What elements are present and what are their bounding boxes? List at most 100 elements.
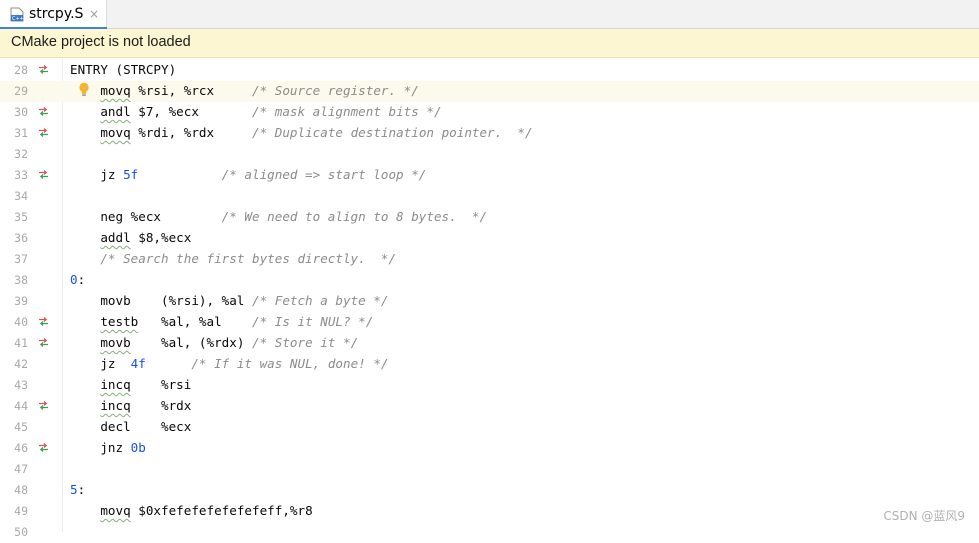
code-instruction: movq (100, 83, 131, 98)
code-text: movq %rsi, %rcx /* Source register. */ (70, 83, 419, 98)
code-editor[interactable]: 28 ENTRY (STRCPY) 29 movq %rsi, %rcx /* So… (0, 58, 979, 539)
code-text: jz 4f /* If it was NUL, done! */ (70, 356, 388, 371)
line-number: 43 (14, 378, 28, 392)
line-number: 48 (14, 483, 28, 497)
change-marker-icon[interactable] (38, 127, 49, 138)
code-line[interactable]: 43 incq %rsi (0, 375, 979, 396)
change-marker-icon[interactable] (38, 442, 49, 453)
code-line[interactable]: 44 incq %rdx (0, 396, 979, 417)
line-number: 31 (14, 126, 28, 140)
line-number: 47 (14, 462, 28, 476)
code-token: %rsi, %rcx (130, 83, 253, 98)
code-line[interactable]: 32 (0, 144, 979, 165)
change-marker-icon[interactable] (38, 316, 49, 327)
code-line[interactable]: 35 neg %ecx /* We need to align to 8 byt… (0, 207, 979, 228)
line-number: 37 (14, 252, 28, 266)
code-line[interactable]: 28 ENTRY (STRCPY) (0, 60, 979, 81)
code-label: 5 (70, 482, 78, 497)
code-line[interactable]: 42 jz 4f /* If it was NUL, done! */ (0, 354, 979, 375)
line-number: 45 (14, 420, 28, 434)
svg-text:C++: C++ (12, 16, 24, 22)
code-token: : (77, 272, 86, 287)
code-label: 0 (70, 272, 78, 287)
code-instruction: movq (100, 503, 131, 518)
code-label: 0b (130, 440, 146, 455)
code-line[interactable]: 39 movb (%rsi), %al /* Fetch a byte */ (0, 291, 979, 312)
code-comment: /* Store it */ (252, 335, 359, 350)
line-number: 29 (14, 84, 28, 98)
cmake-notification-banner: CMake project is not loaded (0, 29, 979, 58)
code-token: $0xfefefefefefefeff,%r8 (130, 503, 313, 518)
code-text: ENTRY (STRCPY) (70, 62, 176, 77)
change-marker-icon[interactable] (38, 400, 49, 411)
code-instruction: addl (100, 230, 131, 245)
code-token: %rdx (130, 398, 192, 413)
code-text: 5: (70, 482, 85, 497)
code-comment: /* Is it NUL? */ (252, 314, 374, 329)
code-text: jnz 0b (70, 440, 146, 455)
line-number: 30 (14, 105, 28, 119)
code-line[interactable]: 48 5: (0, 480, 979, 501)
line-number: 32 (14, 147, 28, 161)
code-line[interactable]: 29 movq %rsi, %rcx /* Source register. *… (0, 81, 979, 102)
line-number: 46 (14, 441, 28, 455)
code-text: neg %ecx /* We need to align to 8 bytes.… (70, 209, 487, 224)
change-marker-icon[interactable] (38, 106, 49, 117)
line-number: 35 (14, 210, 28, 224)
code-comment: /* Source register. */ (252, 83, 419, 98)
code-token: %rsi (130, 377, 192, 392)
line-number: 41 (14, 336, 28, 350)
code-text: decl %ecx (70, 419, 191, 434)
editor-tab-bar: C++ strcpy.S × (0, 0, 979, 30)
code-text: movq $0xfefefefefefefeff,%r8 (70, 503, 313, 518)
code-line[interactable]: 40 testb %al, %al /* Is it NUL? */ (0, 312, 979, 333)
code-line[interactable]: 45 decl %ecx (0, 417, 979, 438)
code-line[interactable]: 38 0: (0, 270, 979, 291)
code-line[interactable]: 36 addl $8,%ecx (0, 228, 979, 249)
code-instruction: incq (100, 377, 131, 392)
code-instruction: movb (100, 335, 131, 350)
code-text: movb (%rsi), %al /* Fetch a byte */ (70, 293, 388, 308)
line-number: 39 (14, 294, 28, 308)
code-text: testb %al, %al /* Is it NUL? */ (70, 314, 373, 329)
code-line[interactable]: 31 movq %rdi, %rdx /* Duplicate destinat… (0, 123, 979, 144)
code-comment: /* We need to align to 8 bytes. */ (221, 209, 488, 224)
code-line[interactable]: 49 movq $0xfefefefefefefeff,%r8 (0, 501, 979, 522)
code-token: ENTRY (STRCPY) (70, 62, 177, 77)
code-line[interactable]: 34 (0, 186, 979, 207)
code-token: $8,%ecx (130, 230, 192, 245)
code-line[interactable]: 50 (0, 522, 979, 543)
code-instruction: andl (100, 104, 131, 119)
code-comment: /* Duplicate destination pointer. */ (252, 125, 533, 140)
code-comment: /* Search the first bytes directly. */ (100, 251, 397, 266)
code-line[interactable]: 41 movb %al, (%rdx) /* Store it */ (0, 333, 979, 354)
change-marker-icon[interactable] (38, 64, 49, 75)
code-comment: /* If it was NUL, done! */ (191, 356, 389, 371)
line-number: 50 (14, 525, 28, 539)
code-token: %al, %al (138, 314, 252, 329)
code-line[interactable]: 46 jnz 0b (0, 438, 979, 459)
line-number: 42 (14, 357, 28, 371)
code-line[interactable]: 47 (0, 459, 979, 480)
line-number: 38 (14, 273, 28, 287)
change-marker-icon[interactable] (38, 169, 49, 180)
line-number: 40 (14, 315, 28, 329)
line-number: 34 (14, 189, 28, 203)
change-marker-icon[interactable] (38, 337, 49, 348)
code-token: neg %ecx (70, 209, 222, 224)
code-line[interactable]: 37 /* Search the first bytes directly. *… (0, 249, 979, 270)
code-text: movq %rdi, %rdx /* Duplicate destination… (70, 125, 533, 140)
tab-strcpy-s[interactable]: C++ strcpy.S × (0, 0, 107, 30)
code-line[interactable]: 30 andl $7, %ecx /* mask alignment bits … (0, 102, 979, 123)
code-line[interactable]: 33 jz 5f /* aligned => start loop */ (0, 165, 979, 186)
close-icon[interactable]: × (89, 7, 99, 21)
code-comment: /* mask alignment bits */ (252, 104, 442, 119)
